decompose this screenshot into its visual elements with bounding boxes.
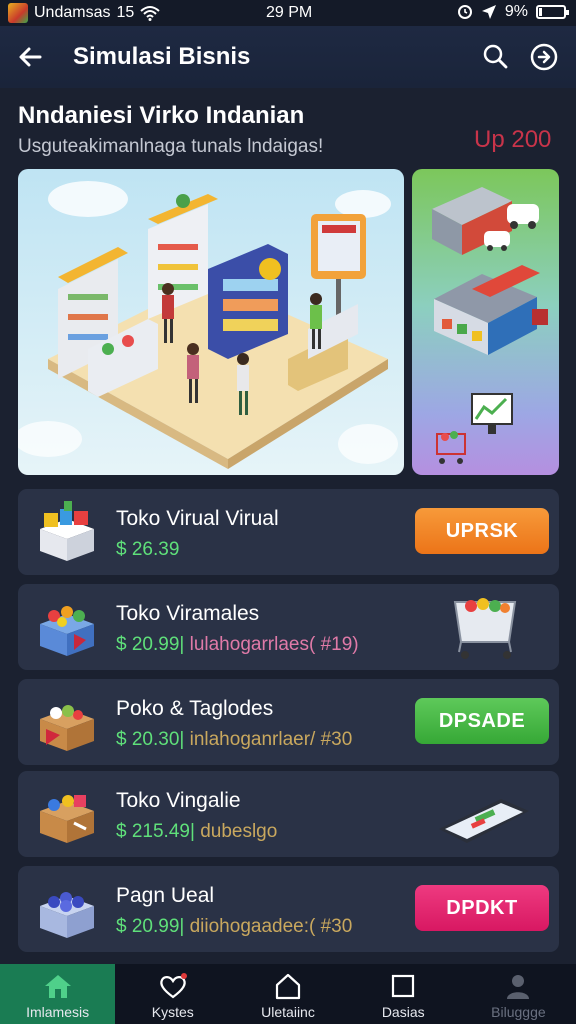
- page-title: Simulasi Bisnis: [73, 43, 251, 70]
- store-price: $ 26.39: [116, 539, 179, 561]
- nav-label: Biluggge: [491, 1004, 546, 1020]
- carrier-label: Undamsas: [34, 4, 111, 21]
- price-value: $ 20.99|: [116, 634, 185, 655]
- battery-label: 9%: [504, 3, 528, 20]
- forward-circle-icon[interactable]: [528, 41, 560, 73]
- clock: 29 PM: [266, 4, 313, 21]
- store-card[interactable]: Toko Viramales $ 20.99| lulahogarrlaes( …: [18, 584, 559, 670]
- store-price: $ 20.99| diiohogaadee:( #30: [116, 916, 352, 938]
- headline: Nndaniesi Virko Indanian: [18, 102, 305, 129]
- nav-item-shops[interactable]: Uletaiinc: [230, 964, 345, 1024]
- nav-label: Dasias: [381, 1004, 425, 1020]
- price-extra: dubeslgo: [200, 821, 278, 842]
- nav-item-home[interactable]: Imlamesis: [0, 964, 116, 1024]
- upgrade-button[interactable]: UPRSK: [415, 508, 549, 554]
- nav-label: Kystes: [151, 1004, 194, 1020]
- search-icon[interactable]: [480, 41, 512, 73]
- price-value: $ 26.39: [116, 539, 180, 560]
- store-name: Toko Virual Virual: [116, 507, 279, 530]
- store-price: $ 20.99| lulahogarrlaes( #19): [116, 634, 359, 656]
- store-card[interactable]: Pagn Ueal $ 20.99| diiohogaadee:( #30 DP…: [18, 866, 559, 952]
- app-bar: Simulasi Bisnis: [0, 26, 576, 88]
- bottom-nav: Imlamesis Kystes Uletaiinc Dasias Bilugg…: [0, 964, 576, 1024]
- shopping-cart-icon: [453, 598, 517, 659]
- profile-icon: [507, 975, 530, 999]
- home-icon: [44, 975, 71, 998]
- back-arrow-icon[interactable]: [14, 40, 48, 74]
- store-card[interactable]: Toko Virual Virual $ 26.39 UPRSK: [18, 489, 559, 575]
- nav-item-favorites[interactable]: Kystes: [115, 964, 230, 1024]
- price-value: $ 20.99|: [116, 916, 185, 937]
- wifi-icon: [140, 6, 160, 21]
- store-illustration[interactable]: [18, 169, 404, 475]
- network-label: 15: [116, 4, 135, 21]
- shops-preview-image: [432, 187, 548, 464]
- price-extra: diiohogaadee:( #30: [189, 916, 353, 937]
- heart-icon: [160, 973, 187, 999]
- price-extra: lulahogarrlaes( #19): [189, 634, 359, 655]
- toy-box-icon: [40, 501, 94, 561]
- store-name: Pagn Ueal: [116, 884, 215, 907]
- square-icon: [392, 974, 415, 998]
- location-icon: [481, 5, 496, 19]
- subline: Usguteakimanlnaga tunals lndaigas!: [18, 136, 324, 157]
- smartphone-icon: [439, 799, 529, 843]
- battery-icon: [536, 5, 569, 19]
- isometric-store-image: [18, 181, 398, 469]
- store-name: Toko Viramales: [116, 602, 260, 625]
- side-illustration[interactable]: [412, 169, 559, 475]
- price-value: $ 20.30|: [116, 729, 185, 750]
- store-name: Toko Vingalie: [116, 789, 241, 812]
- store-name: Poko & Taglodes: [116, 697, 274, 720]
- upgrade-button[interactable]: DPDKT: [415, 885, 549, 931]
- crafts-box-icon: [40, 795, 94, 843]
- store-card[interactable]: Poko & Taglodes $ 20.30| inlahoganrlaer/…: [18, 679, 559, 765]
- nav-label: Uletaiinc: [261, 1004, 315, 1020]
- status-bar: Undamsas 15 29 PM 9%: [0, 0, 576, 26]
- store-card[interactable]: Toko Vingalie $ 215.49| dubeslgo: [18, 771, 559, 857]
- house-outline-icon: [275, 973, 301, 1000]
- alarm-icon: [457, 5, 472, 19]
- app-icon: [8, 3, 28, 23]
- fruit-crate-icon: [40, 606, 94, 656]
- store-price: $ 215.49| dubeslgo: [116, 821, 277, 843]
- vegetable-box-icon: [40, 705, 94, 751]
- nav-item-profile[interactable]: Biluggge: [461, 964, 576, 1024]
- price-extra: inlahoganrlaer/ #30: [189, 729, 353, 750]
- upgrade-button[interactable]: DPSADE: [415, 698, 549, 744]
- nav-label: Imlamesis: [26, 1004, 90, 1020]
- store-price: $ 20.30| inlahoganrlaer/ #30: [116, 729, 352, 751]
- blue-crate-icon: [40, 892, 94, 938]
- level-badge: Up 200: [474, 126, 552, 153]
- price-value: $ 215.49|: [116, 821, 195, 842]
- nav-item-data[interactable]: Dasias: [346, 964, 461, 1024]
